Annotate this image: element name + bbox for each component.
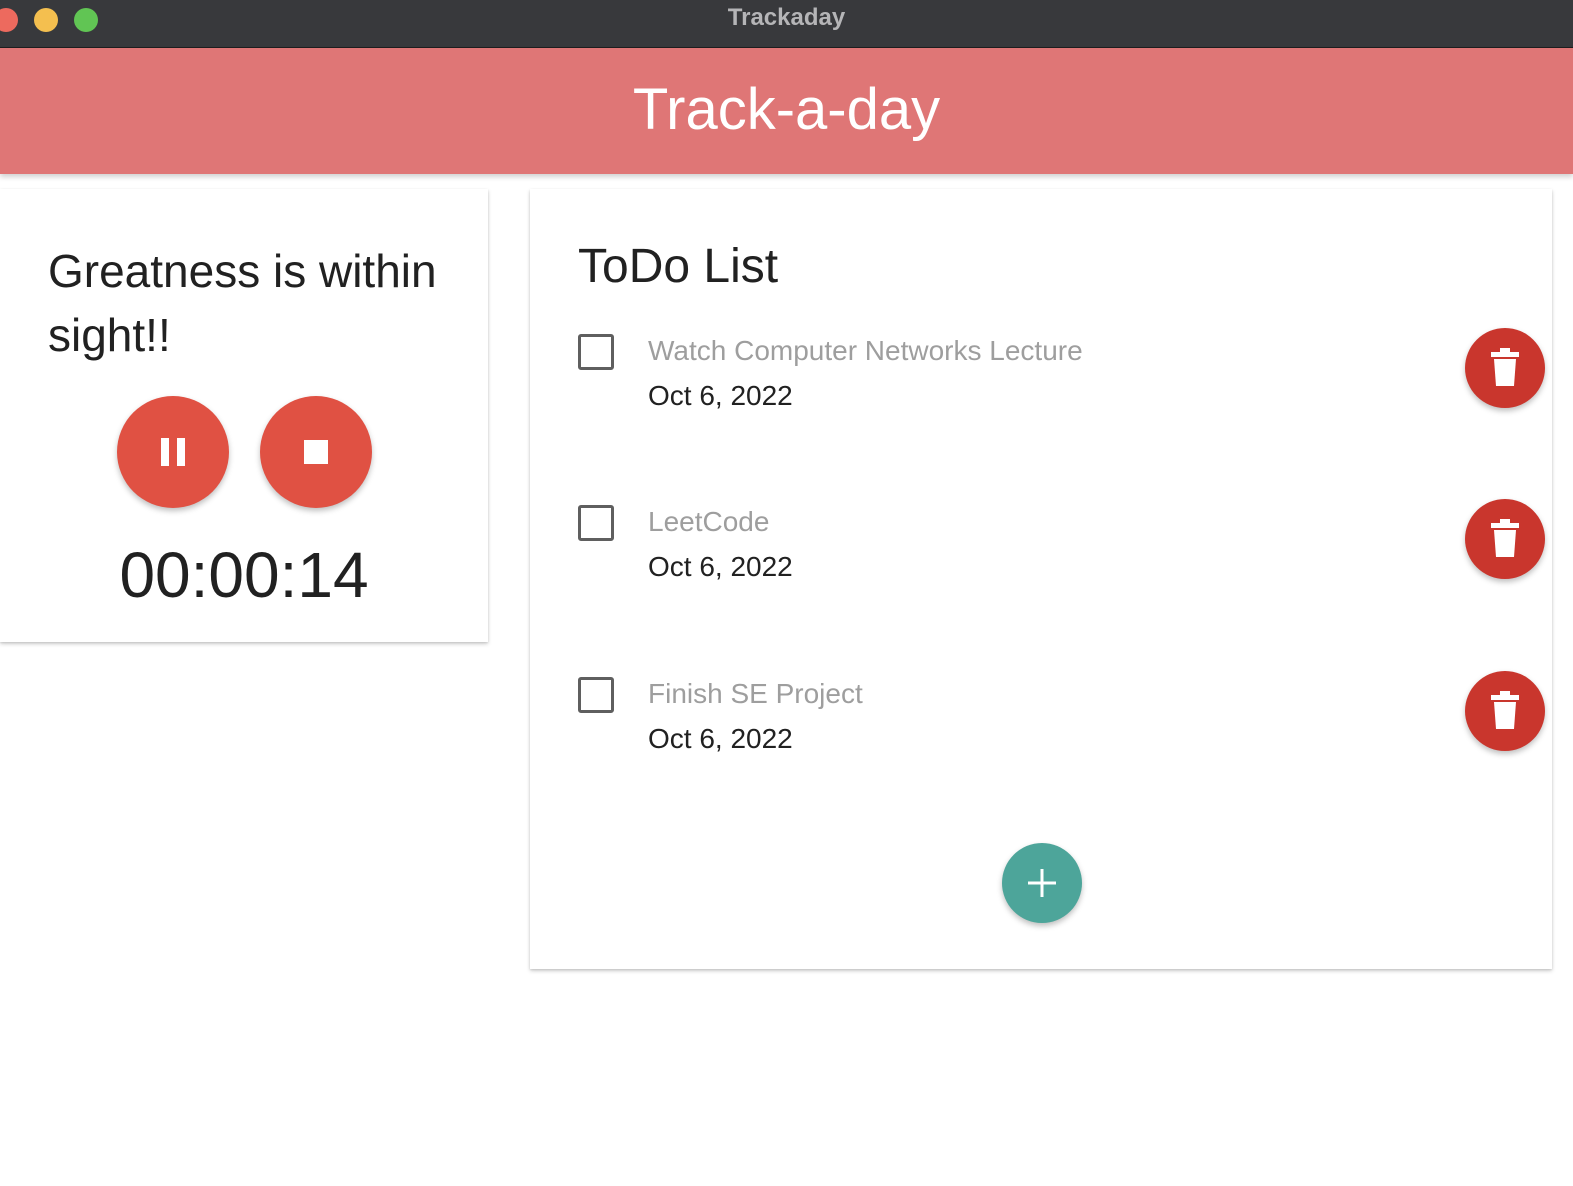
elapsed-timer: 00:00:14: [119, 539, 369, 611]
todo-card: ToDo List Watch Computer Networks Lectur…: [530, 189, 1552, 969]
delete-todo-button[interactable]: [1465, 328, 1545, 408]
trash-icon: [1491, 691, 1519, 729]
todo-item: Watch Computer Networks Lecture Oct 6, 2…: [530, 328, 1552, 438]
app-header: Track-a-day: [0, 48, 1573, 174]
plus-icon: [1028, 869, 1056, 897]
stop-button[interactable]: [260, 396, 372, 508]
delete-todo-button[interactable]: [1465, 499, 1545, 579]
trash-icon: [1491, 519, 1519, 557]
app-title: Track-a-day: [632, 77, 941, 142]
todo-item: LeetCode Oct 6, 2022: [530, 499, 1552, 609]
todo-item: Finish SE Project Oct 6, 2022: [530, 671, 1552, 781]
pause-button[interactable]: [117, 396, 229, 508]
todo-item-label: LeetCode: [648, 506, 770, 537]
add-todo-button[interactable]: [1002, 843, 1082, 923]
todo-title: ToDo List: [578, 240, 779, 293]
motivational-quote: Greatness is within sight!!: [48, 245, 437, 361]
stop-icon: [304, 440, 328, 464]
todo-item-date: Oct 6, 2022: [648, 551, 793, 582]
delete-todo-button[interactable]: [1465, 671, 1545, 751]
timer-card: Greatness is within sight!! 00:00:14: [0, 189, 488, 642]
todo-item-label: Finish SE Project: [648, 678, 863, 709]
todo-item-date: Oct 6, 2022: [648, 380, 793, 411]
todo-checkbox[interactable]: [578, 677, 614, 713]
todo-checkbox[interactable]: [578, 334, 614, 370]
window-titlebar: Trackaday: [0, 0, 1573, 48]
todo-checkbox[interactable]: [578, 505, 614, 541]
trash-icon: [1491, 348, 1519, 386]
todo-item-date: Oct 6, 2022: [648, 723, 793, 754]
todo-item-label: Watch Computer Networks Lecture: [648, 335, 1083, 366]
pause-icon: [161, 438, 185, 466]
window-title: Trackaday: [727, 4, 846, 31]
